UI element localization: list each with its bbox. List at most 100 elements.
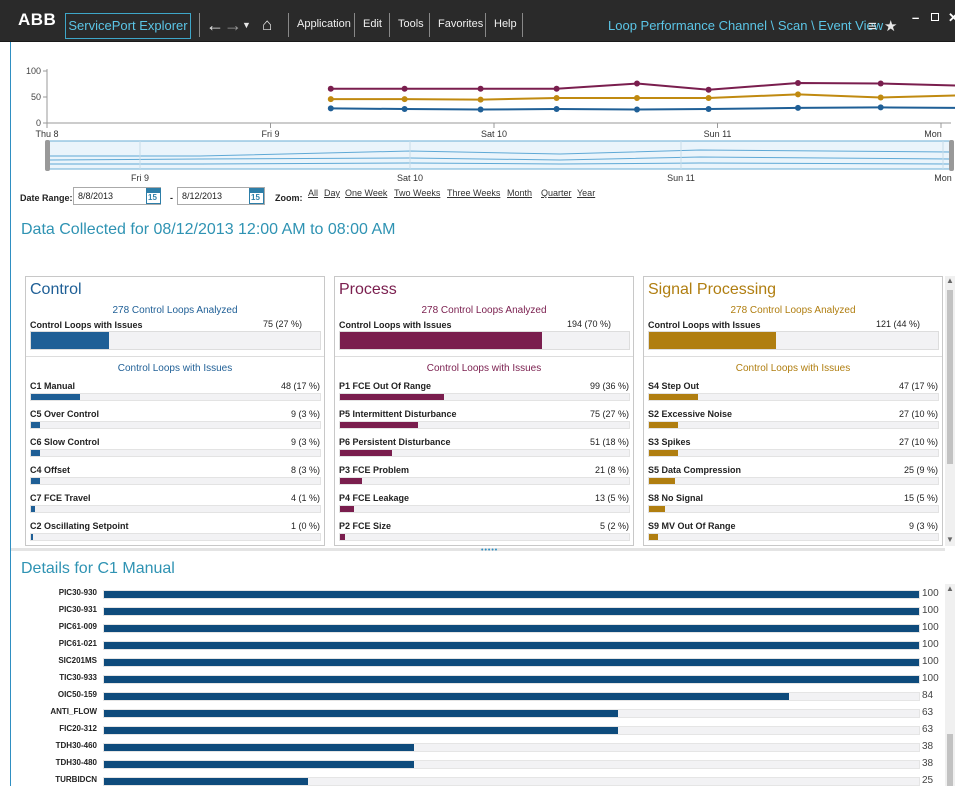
issue-row[interactable]: C2 Oscillating Setpoint 1 (0 %) — [26, 521, 324, 545]
splitter-grip-icon[interactable]: ••••• — [481, 547, 498, 554]
issue-bar — [30, 421, 321, 429]
loop-tag: PIC61-021 — [58, 639, 97, 648]
menu-application[interactable]: Application — [297, 18, 351, 30]
detail-row[interactable]: FIC20-312 63 — [0, 722, 945, 739]
zoom-day-link[interactable]: Day — [324, 188, 340, 198]
issue-row[interactable]: P1 FCE Out Of Range 99 (36 %) — [335, 381, 633, 409]
issue-bar — [339, 477, 630, 485]
details-scrollbar[interactable]: ▲ — [945, 584, 955, 786]
issue-row[interactable]: S2 Excessive Noise 27 (10 %) — [644, 409, 942, 437]
scrollbar-thumb[interactable] — [947, 734, 953, 786]
issues-value: 121 (44 %) — [875, 319, 920, 329]
navigator-left-handle[interactable] — [45, 140, 50, 171]
scroll-up-icon[interactable]: ▲ — [946, 584, 954, 593]
issues-bar[interactable] — [648, 331, 939, 350]
issue-value: 75 (27 %) — [589, 409, 629, 419]
zoom-month-link[interactable]: Month — [507, 188, 532, 198]
issue-bar-fill — [31, 394, 81, 400]
pane-splitter[interactable] — [11, 548, 945, 551]
detail-bar-fill — [104, 591, 919, 598]
panel-divider — [26, 356, 324, 357]
issue-row[interactable]: C5 Over Control 9 (3 %) — [26, 409, 324, 437]
issue-row[interactable]: P5 Intermittent Disturbance 75 (27 %) — [335, 409, 633, 437]
navigator-range[interactable] — [46, 140, 954, 170]
issue-row[interactable]: P2 FCE Size 5 (2 %) — [335, 521, 633, 545]
issue-label: S8 No Signal — [648, 493, 704, 503]
issue-row[interactable]: P3 FCE Problem 21 (8 %) — [335, 465, 633, 493]
issue-row[interactable]: S3 Spikes 27 (10 %) — [644, 437, 942, 465]
detail-row[interactable]: ANTI_FLOW 63 — [0, 705, 945, 722]
issue-row[interactable]: C1 Manual 48 (17 %) — [26, 381, 324, 409]
menu-favorites[interactable]: Favorites — [438, 18, 483, 30]
issue-bar — [339, 505, 630, 513]
issue-value: 9 (3 %) — [908, 521, 938, 531]
issue-label: C4 Offset — [30, 465, 71, 475]
panel-divider — [644, 356, 942, 357]
panel-divider — [335, 356, 633, 357]
issue-row[interactable]: P6 Persistent Disturbance 51 (18 %) — [335, 437, 633, 465]
detail-row[interactable]: TDH30-480 38 — [0, 756, 945, 773]
detail-row[interactable]: TDH30-460 38 — [0, 739, 945, 756]
issue-row[interactable]: C6 Slow Control 9 (3 %) — [26, 437, 324, 465]
app-title-button[interactable]: ServicePort Explorer — [65, 13, 191, 39]
calendar-icon[interactable]: 15 — [249, 188, 264, 204]
detail-row[interactable]: OIC50-159 84 — [0, 688, 945, 705]
zoom-year-link[interactable]: Year — [577, 188, 595, 198]
scroll-up-icon[interactable]: ▲ — [946, 276, 954, 285]
detail-row[interactable]: PIC61-021 100 — [0, 637, 945, 654]
scroll-down-icon[interactable]: ▼ — [946, 535, 954, 544]
issue-row[interactable]: P4 FCE Leakage 13 (5 %) — [335, 493, 633, 521]
zoom-quarter-link[interactable]: Quarter — [541, 188, 572, 198]
zoom-three-weeks-link[interactable]: Three Weeks — [447, 188, 500, 198]
issues-bar[interactable] — [339, 331, 630, 350]
detail-row[interactable]: PIC61-009 100 — [0, 620, 945, 637]
issues-label: Control Loops with Issues — [648, 320, 761, 330]
back-arrow-icon[interactable]: ← — [206, 14, 224, 36]
x-tick-label: Sun 11 — [704, 129, 732, 138]
issue-row[interactable]: S5 Data Compression 25 (9 %) — [644, 465, 942, 493]
detail-row[interactable]: PIC30-931 100 — [0, 603, 945, 620]
detail-row[interactable]: SIC201MS 100 — [0, 654, 945, 671]
minimize-icon[interactable]: – — [912, 10, 919, 25]
issue-row[interactable]: S4 Step Out 47 (17 %) — [644, 381, 942, 409]
dropdown-caret-icon[interactable]: ▼ — [242, 14, 251, 36]
zoom-one-week-link[interactable]: One Week — [345, 188, 387, 198]
scrollbar-thumb[interactable] — [947, 290, 953, 464]
star-icon[interactable]: ★ — [884, 16, 897, 38]
series-line — [330, 81, 955, 91]
zoom-two-weeks-link[interactable]: Two Weeks — [394, 188, 440, 198]
detail-bar-fill — [104, 744, 414, 751]
issue-bar — [30, 477, 321, 485]
menu-tools[interactable]: Tools — [398, 18, 424, 30]
issue-row[interactable]: S8 No Signal 15 (5 %) — [644, 493, 942, 521]
issue-row[interactable]: S9 MV Out Of Range 9 (3 %) — [644, 521, 942, 545]
detail-bar-fill — [104, 676, 919, 683]
close-icon[interactable]: ✕ — [948, 10, 955, 26]
series-point — [634, 95, 640, 101]
hamburger-menu-icon[interactable]: ≡ — [868, 16, 877, 38]
panels-scrollbar[interactable]: ▲ ▼ — [945, 276, 955, 546]
detail-row[interactable]: TURBIDCN 25 — [0, 773, 945, 786]
home-icon[interactable]: ⌂ — [262, 14, 272, 36]
calendar-icon[interactable]: 15 — [146, 188, 161, 204]
series-point — [477, 106, 484, 113]
series-point — [634, 106, 640, 113]
issue-label: P2 FCE Size — [339, 521, 392, 531]
time-navigator[interactable]: Fri 9 Sat 10 Sun 11 Mon — [0, 138, 955, 186]
maximize-icon[interactable] — [931, 13, 939, 21]
issue-row[interactable]: C7 FCE Travel 4 (1 %) — [26, 493, 324, 521]
zoom-all-link[interactable]: All — [308, 188, 318, 198]
toolbar-divider — [522, 13, 523, 37]
detail-bar — [103, 692, 920, 701]
issue-label: S2 Excessive Noise — [648, 409, 733, 419]
series-point — [553, 85, 560, 92]
breadcrumb[interactable]: Loop Performance Channel \ Scan \ Event … — [608, 18, 883, 33]
detail-row[interactable]: PIC30-930 100 — [0, 586, 945, 603]
forward-arrow-icon[interactable]: → — [224, 14, 242, 36]
issue-row[interactable]: C4 Offset 8 (3 %) — [26, 465, 324, 493]
menu-help[interactable]: Help — [494, 18, 517, 30]
detail-row[interactable]: TIC30-933 100 — [0, 671, 945, 688]
issues-bar[interactable] — [30, 331, 321, 350]
navigator-right-handle[interactable] — [949, 140, 954, 171]
menu-edit[interactable]: Edit — [363, 18, 382, 30]
